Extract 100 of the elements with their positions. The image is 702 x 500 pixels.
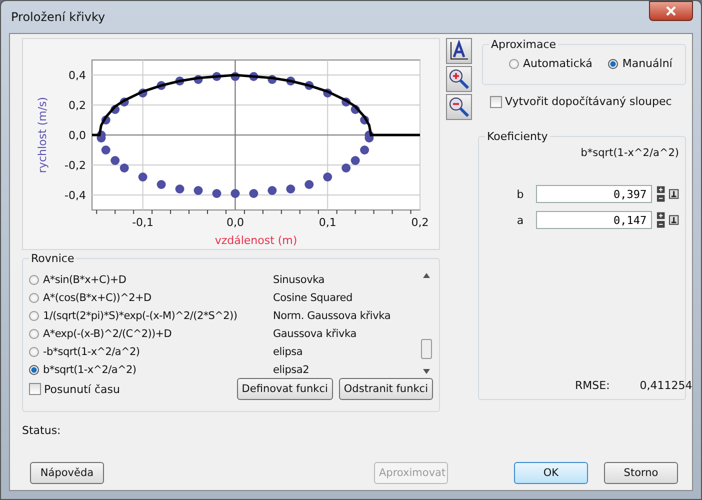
data-point [101, 145, 110, 154]
x-tick-label: -0,1 [132, 216, 154, 228]
equation-option[interactable]: -b*sqrt(1-x^2/a^2) elipsa [29, 343, 419, 360]
data-point [230, 188, 240, 198]
coefficient-name: b [516, 188, 525, 200]
zoom-in-icon [448, 68, 470, 90]
y-tick-label: 0,2 [68, 98, 86, 112]
lock-icon[interactable] [669, 189, 680, 199]
zoom-out-button[interactable] [446, 94, 472, 120]
data-point [110, 156, 120, 164]
function-button[interactable]: Odstranit funkci [338, 378, 433, 400]
data-point [286, 76, 296, 85]
data-point [230, 72, 240, 80]
radio-option[interactable]: Automatická [509, 57, 592, 70]
data-point [323, 88, 332, 97]
data-point [120, 163, 129, 172]
data-point [138, 88, 148, 97]
equation-name: Cosine Squared [273, 292, 352, 304]
equation-option[interactable]: b*sqrt(1-x^2/a^2) elipsa2 [29, 361, 419, 378]
data-point [194, 186, 203, 194]
window-title: Proložení křivky [10, 10, 106, 24]
y-tick-label: 0,0 [68, 128, 86, 142]
data-point [156, 180, 166, 188]
data-point [268, 186, 277, 194]
radio-button[interactable] [29, 310, 39, 320]
data-point [156, 80, 166, 90]
radio-button[interactable] [29, 274, 39, 284]
close-icon [665, 6, 677, 16]
group-title: Aproximace [490, 38, 558, 51]
axis-format-button[interactable] [446, 38, 472, 64]
data-point [138, 172, 148, 181]
data-point [194, 74, 203, 84]
radio-label: Automatická [523, 57, 592, 70]
equation-option[interactable]: A*sin(B*x+C)+D Sinusovka [29, 271, 419, 288]
y-tick-label: -0,4 [64, 188, 86, 202]
data-point [350, 156, 360, 164]
checkbox-label: Posunutí času [44, 382, 120, 396]
radio-option[interactable]: Manuální [608, 57, 672, 70]
radio-button[interactable] [608, 58, 618, 68]
checkbox[interactable] [490, 96, 502, 108]
data-point [268, 74, 277, 84]
equation-formula: A*(cos(B*x+C))^2+D [43, 292, 152, 304]
x-tick-label: 0,1 [318, 216, 336, 228]
data-point [342, 163, 351, 172]
spinner-icon[interactable] [656, 185, 666, 203]
letter-axis-icon [448, 40, 470, 62]
y-axis-title: rychlost (m/s) [36, 96, 49, 173]
radio-button[interactable] [29, 346, 39, 356]
equation-option[interactable]: A*exp(-(x-B)^2/(C^2))+D Gaussova křivka [29, 325, 419, 342]
formula-text: b*sqrt(1-x^2/a^2) [580, 146, 679, 159]
spinner-icon[interactable] [656, 211, 666, 229]
scroll-up-icon[interactable] [422, 273, 430, 278]
data-point [120, 97, 129, 106]
equation-formula: b*sqrt(1-x^2/a^2) [43, 364, 138, 376]
dialog-button[interactable]: Storno [604, 462, 678, 484]
equation-name: elipsa [273, 346, 303, 358]
rmse-value: 0,411254 [640, 379, 692, 392]
data-point [249, 72, 258, 80]
checkbox-option[interactable]: Posunutí času [29, 382, 120, 396]
zoom-in-button[interactable] [446, 66, 472, 92]
dialog-button[interactable]: OK [514, 462, 588, 484]
scroll-down-icon[interactable] [422, 369, 430, 374]
data-point [175, 76, 184, 85]
x-tick-label: 0,0 [226, 216, 244, 228]
equation-name: Sinusovka [273, 274, 325, 286]
coefficient-field[interactable]: 0,397 [536, 185, 652, 203]
equation-formula: A*sin(B*x+C)+D [43, 274, 128, 286]
equation-name: Norm. Gaussova křivka [273, 310, 391, 322]
equation-option[interactable]: A*(cos(B*x+C))^2+D Cosine Squared [29, 289, 419, 306]
data-point [110, 104, 120, 114]
radio-button[interactable] [509, 58, 519, 68]
data-point [360, 115, 370, 124]
radio-button[interactable] [29, 292, 39, 302]
group-title: Rovnice [30, 252, 76, 265]
close-button[interactable] [649, 1, 693, 21]
data-point [101, 115, 110, 124]
coefficient-field[interactable]: 0,147 [536, 211, 652, 229]
radio-button[interactable] [29, 364, 39, 374]
data-point [323, 172, 332, 181]
data-point [175, 184, 184, 193]
group-title: Koeficienty [486, 130, 549, 143]
rmse-label: RMSE: [575, 379, 610, 392]
x-tick-label: 0,2 [411, 216, 429, 228]
y-tick-label: 0,4 [68, 68, 86, 82]
data-point [212, 188, 222, 198]
scroll-thumb[interactable] [420, 338, 432, 358]
data-point [342, 97, 351, 106]
dialog-button[interactable]: Nápověda [30, 462, 104, 484]
coefficient-name: a [516, 214, 525, 226]
lock-icon[interactable] [669, 215, 680, 225]
data-point [360, 145, 370, 154]
data-point [286, 184, 296, 193]
x-axis-title: vzdálenost (m) [214, 234, 298, 246]
equation-name: Gaussova křivka [273, 328, 356, 340]
y-tick-label: -0,2 [64, 158, 86, 172]
radio-button[interactable] [29, 328, 39, 338]
data-point [304, 180, 314, 188]
checkbox[interactable] [29, 383, 41, 395]
equation-option[interactable]: 1/(sqrt(2*pi)*S)*exp(-(x-M)^2/(2*S^2)) Norm. Gaussova křivka [29, 307, 419, 324]
function-button[interactable]: Definovat funkci [236, 378, 333, 400]
